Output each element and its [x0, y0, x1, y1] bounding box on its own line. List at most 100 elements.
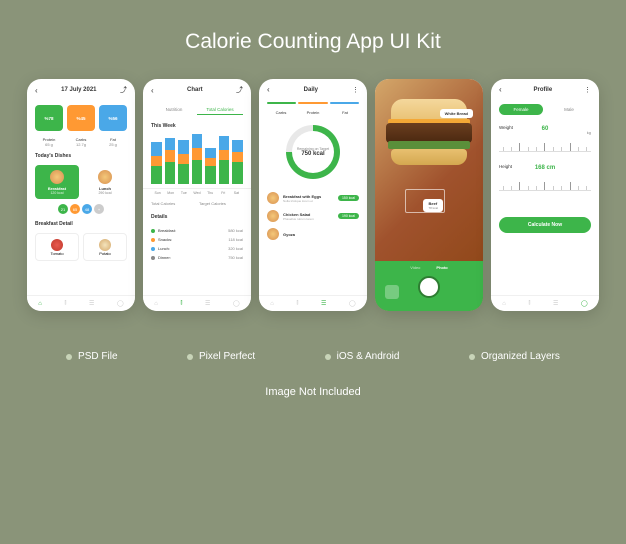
bullet-icon	[325, 354, 331, 360]
tab-male[interactable]: Male	[547, 104, 591, 115]
tab-total-calories[interactable]: Total Calories	[197, 105, 243, 115]
bar-segment	[192, 148, 203, 160]
nav-chart-icon[interactable]: ⫾	[64, 300, 66, 307]
macro-protein[interactable]: %78	[35, 105, 63, 131]
nav-menu-icon[interactable]: ☰	[553, 300, 558, 307]
header: ‹ Chart ⤴	[143, 79, 251, 101]
weight-ruler[interactable]: 60 kg	[499, 134, 591, 152]
more-icon[interactable]: ⋮	[584, 86, 591, 94]
meal-calories: 150 kcal	[338, 195, 359, 201]
nav-chart-icon[interactable]: ⫾	[528, 300, 530, 307]
food-tag-beef[interactable]: Beef 78 kcal	[423, 199, 443, 212]
meal-row[interactable]: Chicken SaladPhasellus rutrum lorem190 k…	[267, 207, 359, 225]
meal-calories: 190 kcal	[338, 213, 359, 219]
screens-row: ‹ 17 July 2021 ⤴ %78 %45 %56 Protein65 g…	[27, 79, 599, 311]
macro-pct: %45	[76, 116, 85, 121]
dot-1[interactable]: 21	[58, 204, 68, 214]
feature-label: iOS & Android	[337, 351, 400, 362]
weight-unit: kg	[587, 130, 591, 135]
screen-dashboard: ‹ 17 July 2021 ⤴ %78 %45 %56 Protein65 g…	[27, 79, 135, 311]
nav-menu-icon[interactable]: ☰	[205, 300, 210, 307]
gallery-thumb[interactable]	[385, 285, 399, 299]
detail-row: Breakfast:580 kcal	[151, 226, 243, 235]
nav-home-icon[interactable]: ⌂	[38, 301, 42, 307]
food-tag-bread[interactable]: White Bread	[440, 109, 473, 118]
nav-chart-icon[interactable]: ⫾	[296, 300, 298, 307]
nav-home-icon[interactable]: ⌂	[502, 301, 506, 307]
bar-segment	[178, 154, 189, 164]
bar-segment	[165, 150, 176, 162]
tab-photo[interactable]: Photo	[436, 265, 447, 270]
section-title: Breakfast Detail	[27, 217, 135, 231]
detail-name: Breakfast:	[151, 228, 176, 233]
feature-item: Pixel Perfect	[187, 351, 255, 362]
bd-tomato[interactable]: Tomato	[35, 233, 79, 261]
week-label: This Week	[143, 119, 251, 133]
macro-carbs[interactable]: %45	[67, 105, 95, 131]
share-icon[interactable]: ⤴	[236, 85, 243, 95]
dot-3[interactable]: 48	[82, 204, 92, 214]
more-icon[interactable]: ⋮	[352, 86, 359, 94]
chart-bar	[219, 136, 230, 184]
nav-chart-icon[interactable]: ⫾	[180, 300, 182, 307]
shutter-button[interactable]	[418, 276, 440, 298]
gender-tabs: Female Male	[491, 100, 599, 119]
meal-image	[267, 192, 279, 204]
nav-menu-icon[interactable]: ☰	[321, 300, 326, 307]
dot-add[interactable]: +	[94, 204, 104, 214]
screen-title: Profile	[534, 87, 553, 93]
bar-protein	[298, 102, 327, 104]
bd-potato[interactable]: Potato	[83, 233, 127, 261]
bar-segment	[205, 166, 216, 184]
calculate-button[interactable]: Calculate Now	[499, 217, 591, 233]
back-icon[interactable]: ‹	[499, 85, 502, 94]
back-icon[interactable]: ‹	[267, 85, 270, 94]
bar-segment	[192, 160, 203, 184]
dish-cal: 120 kcal	[50, 191, 63, 195]
dot-2[interactable]: 65	[70, 204, 80, 214]
chart-bar	[165, 138, 176, 184]
meal-row[interactable]: Breakfast with EggsNulla tristique lorem…	[267, 189, 359, 207]
screen-daily: ‹ Daily ⋮ Carbs Protein Fat Remaining on…	[259, 79, 367, 311]
tab-fat[interactable]: Fat	[331, 110, 359, 115]
bar-segment	[219, 150, 230, 160]
macro-fat[interactable]: %56	[99, 105, 127, 131]
detail-value: 750 kcal	[228, 255, 243, 260]
nav-profile-icon[interactable]: ◯	[349, 300, 356, 307]
meal-row[interactable]: Gyoza	[267, 225, 359, 243]
meal-desc: Nulla tristique lorem et	[283, 199, 334, 203]
dish-breakfast[interactable]: Breakfast 120 kcal	[35, 165, 79, 199]
meal-info: Gyoza	[283, 232, 359, 237]
tab-nutrition[interactable]: Nutrition	[151, 105, 197, 115]
tag-name: White Bread	[445, 111, 468, 116]
height-ruler[interactable]: 168 cm	[499, 173, 591, 191]
nav-menu-icon[interactable]: ☰	[89, 300, 94, 307]
macro-label: Protein65 g	[35, 137, 63, 147]
share-icon[interactable]: ⤴	[120, 85, 127, 95]
nav-profile-icon[interactable]: ◯	[581, 300, 588, 307]
nav-profile-icon[interactable]: ◯	[117, 300, 124, 307]
totals-row: Total Calories Target Calories	[143, 197, 251, 210]
bar-segment	[178, 140, 189, 154]
ring-inner: Remaining on Target 750 kcal	[292, 131, 334, 173]
macro-cards: %78 %45 %56	[27, 101, 135, 135]
nav-profile-icon[interactable]: ◯	[233, 300, 240, 307]
tab-female[interactable]: Female	[499, 104, 543, 115]
back-icon[interactable]: ‹	[151, 86, 154, 95]
page-title: Calorie Counting App UI Kit	[185, 30, 441, 54]
detail-value: 320 kcal	[228, 246, 243, 251]
back-icon[interactable]: ‹	[35, 86, 38, 95]
detail-value: 118 kcal	[228, 237, 243, 242]
bar-segment	[232, 140, 243, 152]
tab-protein[interactable]: Protein	[299, 110, 327, 115]
tab-video[interactable]: Video	[410, 265, 420, 270]
bar-segment	[165, 138, 176, 150]
dish-lunch[interactable]: Lunch 290 kcal	[83, 165, 127, 199]
nav-home-icon[interactable]: ⌂	[270, 301, 274, 307]
bottom-nav: ⌂ ⫾ ☰ ◯	[27, 295, 135, 311]
macro-pct: %56	[108, 116, 117, 121]
day-label: Fri	[217, 191, 230, 195]
food-image	[99, 239, 111, 251]
nav-home-icon[interactable]: ⌂	[154, 301, 158, 307]
tab-carbs[interactable]: Carbs	[267, 110, 295, 115]
